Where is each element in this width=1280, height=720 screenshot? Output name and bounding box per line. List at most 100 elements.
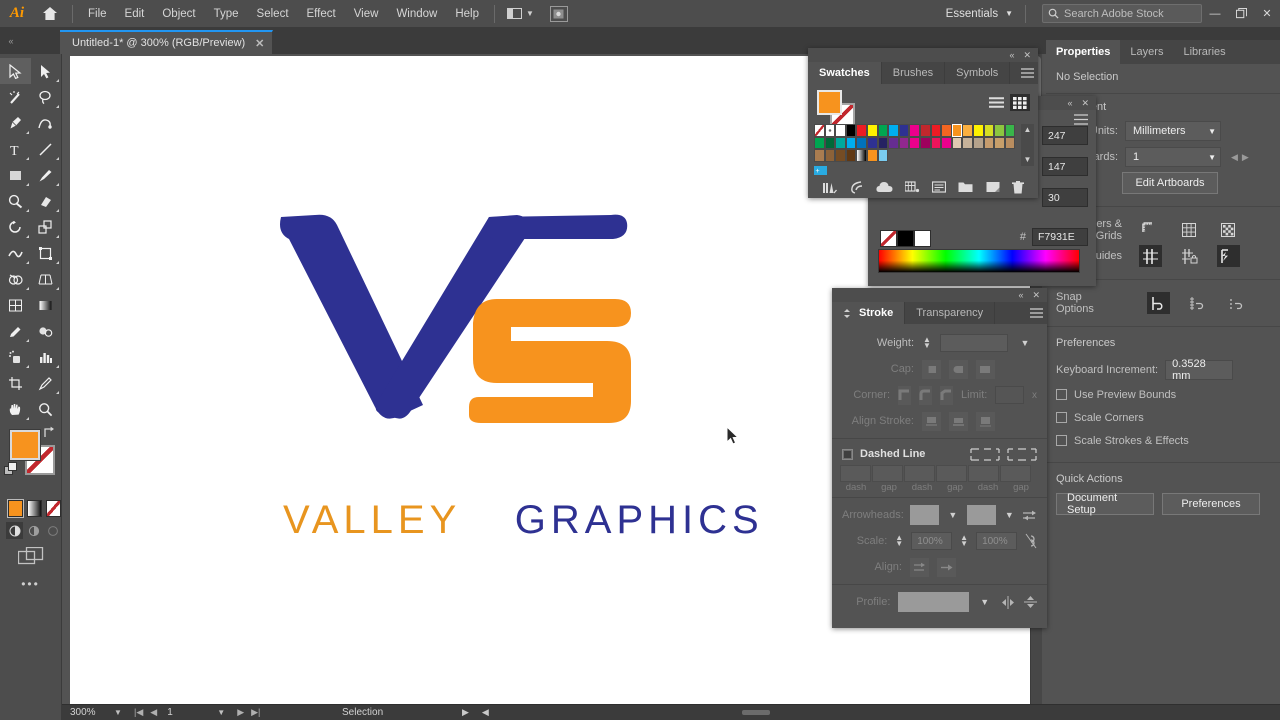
- swatch-cell[interactable]: [835, 124, 846, 137]
- swatch-cell[interactable]: [845, 149, 857, 162]
- screen-mode-button[interactable]: [0, 547, 61, 565]
- swatches-scrollbar[interactable]: ▲ ▼: [1021, 124, 1034, 166]
- swatch-cell[interactable]: [994, 124, 1005, 137]
- align-inside-button[interactable]: [949, 411, 968, 431]
- swatches-fill-swatch[interactable]: [817, 90, 842, 115]
- grid-view-icon[interactable]: [1010, 94, 1030, 111]
- default-fill-stroke-icon[interactable]: [4, 462, 18, 476]
- menu-type[interactable]: Type: [205, 0, 248, 28]
- collapse-icon[interactable]: «: [1009, 50, 1014, 60]
- collapse-panels-icon[interactable]: «: [0, 28, 22, 54]
- dash-field-1[interactable]: [840, 465, 871, 482]
- collapse-icon[interactable]: «: [1018, 290, 1023, 300]
- close-button[interactable]: ✕: [1254, 0, 1280, 28]
- menu-view[interactable]: View: [345, 0, 388, 28]
- line-segment-tool[interactable]: [31, 136, 62, 162]
- close-icon[interactable]: ✕: [1023, 50, 1031, 61]
- bevel-join-button[interactable]: [940, 385, 954, 405]
- first-artboard-icon[interactable]: |◀: [134, 707, 143, 718]
- document-layout-button[interactable]: [549, 5, 568, 22]
- swatch-cell[interactable]: [1004, 136, 1016, 149]
- menu-window[interactable]: Window: [387, 0, 446, 28]
- free-transform-tool[interactable]: [31, 240, 62, 266]
- butt-cap-button[interactable]: [922, 359, 941, 379]
- swap-fill-stroke-icon[interactable]: [42, 426, 56, 439]
- swatch-cell[interactable]: [814, 124, 825, 137]
- new-color-group-icon[interactable]: [904, 181, 920, 193]
- smart-guides-icon[interactable]: [1217, 245, 1240, 267]
- artboards-select[interactable]: 1 ▼: [1125, 147, 1221, 167]
- new-folder-icon[interactable]: [958, 181, 973, 193]
- swatch-cell[interactable]: [856, 149, 867, 162]
- flip-along-icon[interactable]: [1000, 595, 1016, 609]
- scroll-up-icon[interactable]: ▲: [1021, 124, 1034, 136]
- swatches-panel-menu-icon[interactable]: [1016, 62, 1038, 84]
- swatch-cell[interactable]: [877, 149, 889, 162]
- pen-tool[interactable]: [0, 110, 31, 136]
- menu-select[interactable]: Select: [248, 0, 298, 28]
- swatch-cell[interactable]: [930, 124, 942, 137]
- swatch-cell[interactable]: [941, 124, 952, 137]
- scale-field-1[interactable]: 100%: [911, 532, 953, 550]
- draw-behind-button[interactable]: [25, 522, 42, 539]
- blue-field[interactable]: 30: [1042, 188, 1088, 207]
- swatch-cell[interactable]: [994, 136, 1005, 149]
- swatch-cell[interactable]: [919, 124, 931, 137]
- chevron-down-icon[interactable]: ▼: [947, 506, 958, 524]
- swatch-cell[interactable]: [824, 149, 836, 162]
- gradient-fill-button[interactable]: [27, 500, 42, 517]
- tab-properties[interactable]: Properties: [1046, 40, 1121, 64]
- new-swatch-icon[interactable]: [986, 181, 1000, 193]
- swatch-cell[interactable]: [856, 136, 867, 149]
- zoom-level[interactable]: 300%: [62, 707, 108, 718]
- scale-tool[interactable]: [31, 214, 62, 240]
- fill-color-swatch[interactable]: [9, 429, 41, 461]
- artboard-dropdown-icon[interactable]: ▼: [211, 708, 231, 717]
- slice-tool[interactable]: [31, 370, 62, 396]
- gap-field-3[interactable]: [1000, 465, 1031, 482]
- limit-input[interactable]: [995, 386, 1024, 404]
- minimize-button[interactable]: —: [1202, 0, 1228, 28]
- swatch-cell[interactable]: [962, 136, 973, 149]
- stroke-panel-menu-icon[interactable]: [1025, 302, 1047, 324]
- color-themes-icon[interactable]: [849, 180, 863, 194]
- swatch-cell[interactable]: [845, 124, 857, 137]
- tab-symbols[interactable]: Symbols: [945, 62, 1011, 84]
- weight-stepper[interactable]: ▲ ▼: [922, 336, 932, 350]
- tab-transparency[interactable]: Transparency: [905, 302, 996, 324]
- arrange-documents-button[interactable]: ▼: [501, 3, 540, 25]
- swatch-cell[interactable]: [877, 136, 889, 149]
- shaper-tool[interactable]: [0, 188, 31, 214]
- align-center-button[interactable]: [922, 411, 941, 431]
- profile-select[interactable]: [898, 592, 970, 612]
- arrowhead-end-select[interactable]: [966, 505, 996, 525]
- width-tool[interactable]: [0, 240, 31, 266]
- color-spectrum-bar[interactable]: [878, 249, 1080, 273]
- lock-guides-icon[interactable]: [1178, 245, 1201, 267]
- curvature-tool[interactable]: [31, 110, 62, 136]
- miter-join-button[interactable]: [898, 385, 912, 405]
- shape-builder-tool[interactable]: [0, 266, 31, 292]
- selection-tool[interactable]: [0, 58, 31, 84]
- perspective-grid-tool[interactable]: [31, 266, 62, 292]
- swatches-grid[interactable]: [814, 124, 1019, 162]
- swatch-cell[interactable]: [941, 136, 952, 149]
- swatch-cell[interactable]: [888, 124, 899, 137]
- hand-tool[interactable]: [0, 396, 31, 422]
- close-icon[interactable]: ✕: [1081, 98, 1089, 109]
- artboard-tool[interactable]: [0, 370, 31, 396]
- swatch-cell[interactable]: [930, 136, 942, 149]
- tab-layers[interactable]: Layers: [1120, 40, 1173, 64]
- mesh-tool[interactable]: [0, 292, 31, 318]
- direct-selection-tool[interactable]: [31, 58, 62, 84]
- use-preview-bounds-checkbox[interactable]: Use Preview Bounds: [1056, 383, 1270, 406]
- close-icon[interactable]: ✕: [255, 37, 264, 50]
- collapse-icon[interactable]: «: [1067, 98, 1072, 108]
- type-tool[interactable]: T: [0, 136, 31, 162]
- paintbrush-tool[interactable]: [31, 162, 62, 188]
- next-artboard-icon[interactable]: ▶: [237, 707, 244, 718]
- link-scales-icon[interactable]: [1025, 533, 1037, 549]
- draw-normal-button[interactable]: [6, 522, 23, 539]
- next-artboard-icon[interactable]: ▶: [1242, 152, 1249, 163]
- weight-input[interactable]: [940, 334, 1008, 352]
